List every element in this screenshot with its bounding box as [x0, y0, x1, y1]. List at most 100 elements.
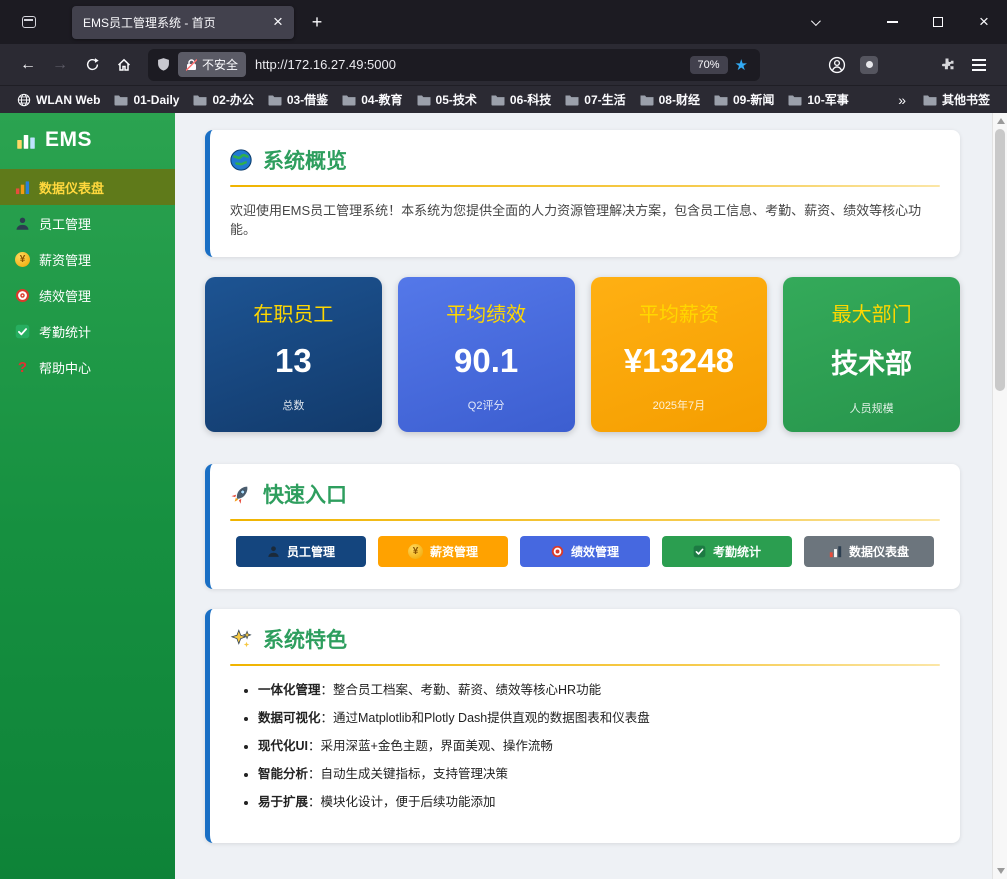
sidebar-item-salary[interactable]: 薪资管理	[0, 241, 175, 277]
folder-icon	[417, 95, 431, 105]
minimize-button[interactable]	[869, 0, 915, 44]
bookmark-folder-03[interactable]: 03-借鉴	[261, 88, 335, 111]
feature-term: 一体化管理	[258, 683, 321, 697]
bookmark-label: 03-借鉴	[286, 93, 329, 107]
menu-button[interactable]	[963, 49, 995, 81]
other-bookmarks-label: 其他书签	[941, 93, 990, 107]
insecure-lock-icon	[186, 58, 197, 71]
globe-icon	[230, 149, 252, 171]
overview-description: 欢迎使用EMS员工管理系统！本系统为您提供全面的人力资源管理解决方案，包含员工信…	[230, 203, 922, 237]
sidebar-item-label: 数据仪表盘	[39, 180, 105, 196]
folder-icon	[565, 95, 579, 105]
close-tab-icon[interactable]	[268, 12, 288, 32]
close-window-button[interactable]	[961, 0, 1007, 44]
url-text[interactable]: http://172.16.27.49:5000	[255, 57, 690, 72]
overview-title: 系统概览	[263, 150, 347, 173]
bookmark-label: 01-Daily	[133, 92, 180, 107]
quick-button-dashboard[interactable]: 数据仪表盘	[804, 536, 934, 567]
minimize-icon	[886, 21, 898, 23]
reload-button[interactable]	[76, 49, 108, 81]
sidebar-item-dashboard[interactable]: 数据仪表盘	[0, 169, 175, 205]
folder-icon	[923, 95, 937, 105]
feature-term: 现代化UI	[258, 739, 309, 753]
people-icon	[16, 217, 29, 230]
app-logo: EMS	[0, 113, 175, 169]
folder-icon	[342, 95, 356, 105]
features-list: 一体化管理：整合员工档案、考勤、薪资、绩效等核心HR功能 数据可视化：通过Mat…	[210, 679, 960, 843]
bookmark-wlan[interactable]: WLAN Web	[10, 90, 107, 110]
sidebar-item-label: 考勤统计	[39, 324, 92, 340]
bookmark-folder-05[interactable]: 05-技术	[410, 88, 484, 111]
list-tabs-button[interactable]	[799, 7, 829, 37]
scroll-down-icon[interactable]	[996, 868, 1005, 874]
bookmark-folder-08[interactable]: 08-财经	[633, 88, 707, 111]
bookmark-folder-04[interactable]: 04-教育	[335, 88, 409, 111]
features-card: 系统特色 一体化管理：整合员工档案、考勤、薪资、绩效等核心HR功能 数据可视化：…	[205, 609, 960, 843]
quick-button-salary[interactable]: 薪资管理	[378, 536, 508, 567]
page-scrollbar[interactable]	[992, 113, 1007, 879]
feature-desc: ：自动生成关键指标，支持管理决策	[308, 767, 509, 781]
bookmark-label: WLAN Web	[36, 92, 101, 107]
overview-card: 系统概览 欢迎使用EMS员工管理系统！本系统为您提供全面的人力资源管理解决方案，…	[205, 130, 960, 257]
quick-button-performance[interactable]: 绩效管理	[520, 536, 650, 567]
maximize-button[interactable]	[915, 0, 961, 44]
screenshot-extension-icon	[860, 55, 878, 74]
title-underline	[230, 664, 940, 666]
quick-button-label: 员工管理	[286, 545, 335, 559]
quick-button-label: 数据仪表盘	[848, 545, 909, 559]
bookmark-label: 10-军事	[807, 93, 849, 107]
sidebar-item-performance[interactable]: 绩效管理	[0, 277, 175, 313]
sidebar-item-label: 帮助中心	[39, 360, 92, 376]
firefox-view-button[interactable]	[14, 7, 44, 37]
stat-subtitle: 总数	[282, 400, 305, 412]
shield-icon[interactable]	[156, 57, 171, 72]
quick-button-employees[interactable]: 员工管理	[236, 536, 366, 567]
bookmark-folder-02[interactable]: 02-办公	[186, 88, 260, 111]
sidebar-item-attendance[interactable]: 考勤统计	[0, 313, 175, 349]
back-button[interactable]	[12, 49, 44, 81]
sidebar-item-help[interactable]: 帮助中心	[0, 349, 175, 385]
browser-tab[interactable]: EMS员工管理系统 - 首页	[72, 5, 294, 39]
bookmark-folder-09[interactable]: 09-新闻	[707, 88, 781, 111]
feature-term: 智能分析	[258, 767, 309, 781]
forward-button[interactable]	[44, 49, 76, 81]
other-bookmarks[interactable]: 其他书签	[916, 88, 997, 111]
feature-desc: ：通过Matplotlib和Plotly Dash提供直观的数据图表和仪表盘	[320, 711, 650, 725]
bookmark-folder-06[interactable]: 06-科技	[484, 88, 558, 111]
folder-icon	[491, 95, 505, 105]
bookmark-star-icon[interactable]	[735, 56, 748, 74]
quick-button-label: 考勤统计	[712, 545, 761, 559]
feature-item: 数据可视化：通过Matplotlib和Plotly Dash提供直观的数据图表和…	[258, 707, 936, 726]
stat-card-salary: 平均薪资 ¥13248 2025年7月	[590, 277, 768, 432]
bookmark-label: 02-办公	[212, 93, 254, 107]
new-tab-button[interactable]: +	[302, 7, 332, 37]
home-button[interactable]	[108, 49, 140, 81]
quick-button-label: 薪资管理	[429, 545, 478, 559]
bookmarks-overflow-icon[interactable]	[888, 92, 916, 108]
zoom-badge[interactable]: 70%	[689, 55, 728, 74]
stat-value: 技术部	[831, 349, 913, 379]
bookmark-folder-10[interactable]: 10-军事	[781, 88, 855, 111]
security-chip[interactable]: 不安全	[178, 52, 247, 77]
people-icon	[268, 546, 279, 557]
stats-row: 在职员工 13 总数 平均绩效 90.1 Q2评分 平均薪资 ¥13248 20…	[205, 277, 960, 432]
bookmark-folder-07[interactable]: 07-生活	[558, 88, 632, 111]
quick-button-attendance[interactable]: 考勤统计	[662, 536, 792, 567]
scrollbar-thumb[interactable]	[995, 129, 1005, 391]
extensions-puzzle-icon	[942, 58, 954, 69]
features-title: 系统特色	[263, 629, 347, 652]
app-logo-text: EMS	[45, 128, 93, 151]
screenshot-extension-button[interactable]	[853, 49, 885, 81]
feature-item: 易于扩展：模块化设计，便于后续功能添加	[258, 791, 936, 810]
bookmark-folder-01[interactable]: 01-Daily	[107, 90, 186, 110]
scroll-up-icon[interactable]	[996, 118, 1005, 124]
stat-title: 在职员工	[253, 304, 334, 326]
account-button[interactable]	[821, 49, 853, 81]
navigation-toolbar: 不安全 http://172.16.27.49:5000 70%	[0, 44, 1007, 85]
sidebar-item-employees[interactable]: 员工管理	[0, 205, 175, 241]
extensions-button[interactable]	[931, 49, 963, 81]
quick-entry-title: 快速入口	[263, 484, 347, 507]
url-bar[interactable]: 不安全 http://172.16.27.49:5000 70%	[148, 48, 760, 81]
question-icon	[15, 360, 30, 375]
sidebar-item-label: 薪资管理	[39, 252, 92, 268]
